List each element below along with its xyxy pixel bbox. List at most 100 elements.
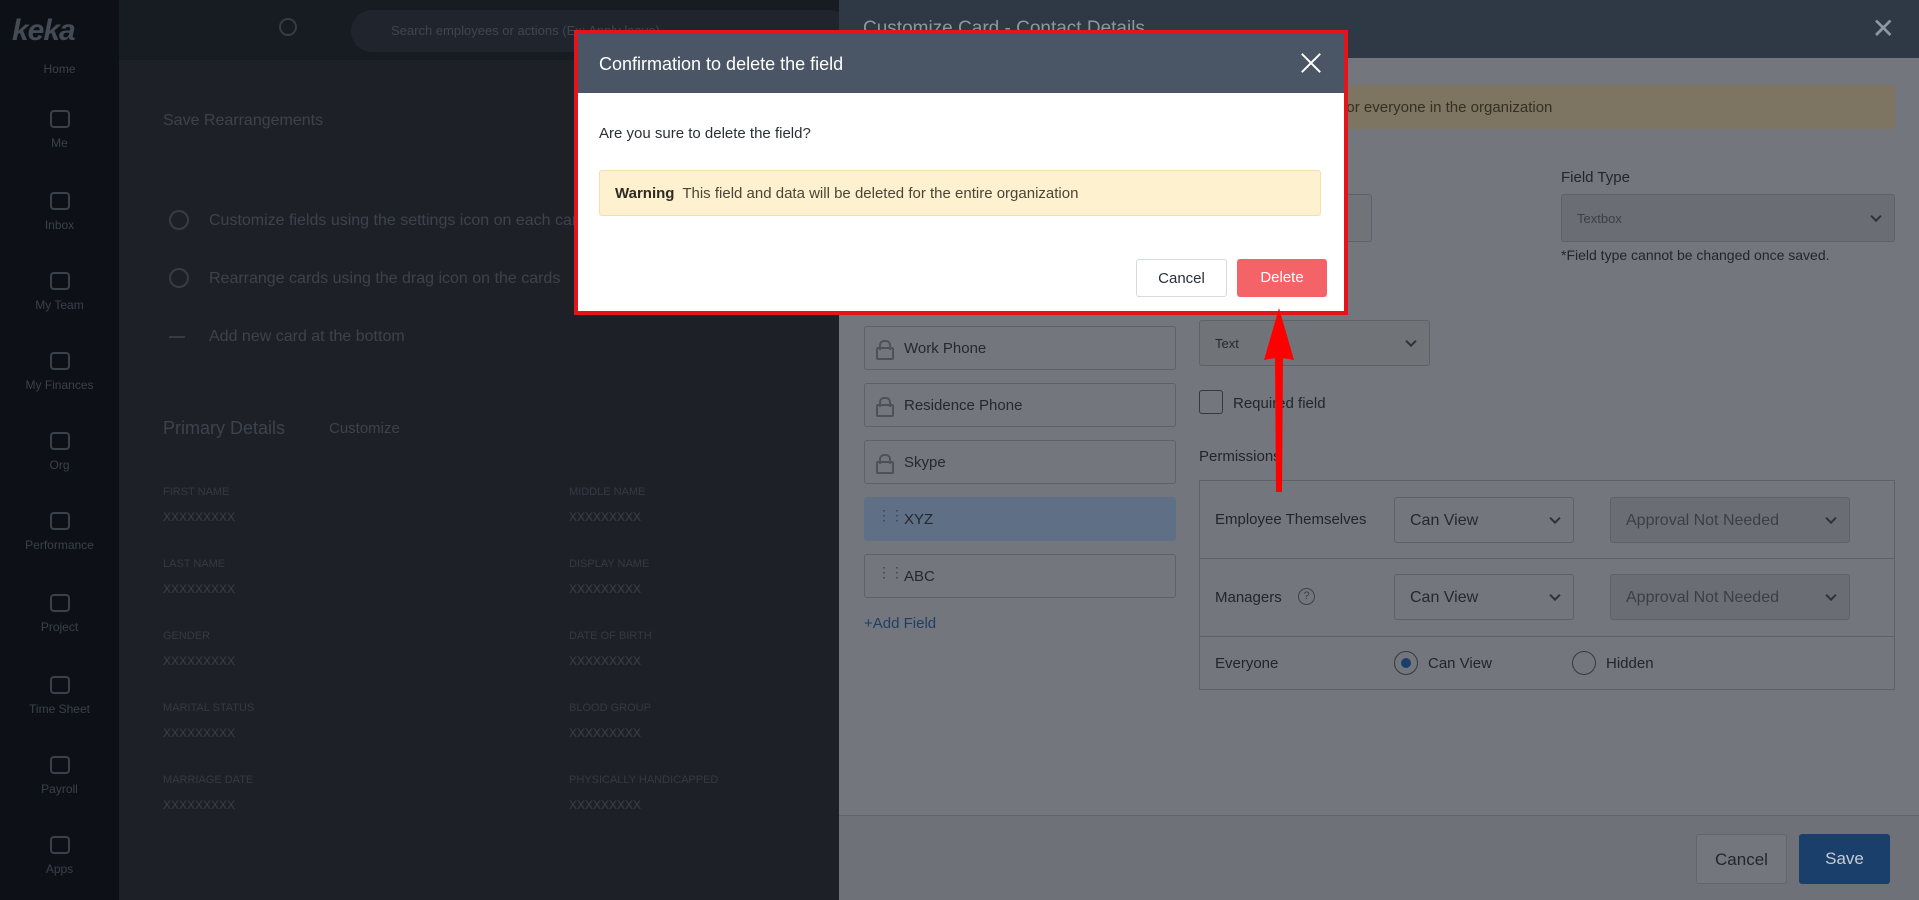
apps-icon (49, 836, 70, 854)
add-field-link[interactable]: +Add Field (864, 615, 936, 632)
performance-icon (49, 512, 70, 530)
nav-time-sheet[interactable]: Time Sheet (0, 676, 119, 716)
field-label: MIDDLE NAME (569, 486, 646, 498)
project-icon (49, 594, 70, 612)
hidden-radio[interactable] (1572, 651, 1596, 675)
field-value: XXXXXXXXX (569, 798, 642, 812)
nav-project[interactable]: Project (0, 594, 119, 634)
field-type-select: Textbox (1561, 194, 1895, 242)
field-label: MARRIAGE DATE (163, 774, 254, 786)
drag-handle-icon[interactable]: ⋮⋮ (877, 508, 904, 522)
drawer-cancel-button[interactable]: Cancel (1696, 834, 1787, 884)
nav-my-team[interactable]: My Team (0, 272, 119, 312)
approval-select: Approval Not Needed (1610, 497, 1850, 543)
approval-select: Approval Not Needed (1610, 574, 1850, 620)
team-icon (49, 272, 70, 290)
permission-who: Everyone (1215, 655, 1279, 672)
section-title: Primary Details (163, 418, 286, 438)
left-navigation: keka Home Me Inbox My Team My Finances O… (0, 0, 119, 900)
can-view-radio[interactable] (1394, 651, 1418, 675)
lock-icon (876, 454, 894, 474)
field-value: XXXXXXXXX (163, 582, 236, 596)
field-value: XXXXXXXXX (569, 654, 642, 668)
field-value: XXXXXXXXX (569, 510, 642, 524)
nav-me[interactable]: Me (0, 110, 119, 150)
field-value: XXXXXXXXX (569, 582, 642, 596)
modal-header: Confirmation to delete the field (578, 34, 1344, 93)
red-arrow-annotation (1264, 308, 1294, 492)
warning-label: Warning (615, 185, 675, 202)
tip-rearrange: Rearrange cards using the drag icon on t… (209, 270, 561, 287)
keka-logo: keka (12, 14, 76, 47)
field-label: BLOOD GROUP (569, 702, 651, 714)
chevron-down-icon (1825, 589, 1837, 602)
gear-icon[interactable] (279, 18, 297, 36)
modal-cancel-button[interactable]: Cancel (1136, 259, 1227, 297)
customize-link[interactable]: Customize (329, 420, 400, 437)
modal-delete-button[interactable]: Delete (1237, 259, 1327, 297)
warning-text: This field and data will be deleted for … (682, 185, 1079, 202)
payroll-icon (49, 756, 70, 774)
required-field-checkbox[interactable] (1199, 390, 1223, 414)
tip-add-card: Add new card at the bottom (209, 328, 405, 345)
nav-payroll[interactable]: Payroll (0, 756, 119, 796)
modal-title: Confirmation to delete the field (599, 54, 844, 74)
field-list-item[interactable]: Residence Phone (864, 383, 1176, 427)
nav-performance[interactable]: Performance (0, 512, 119, 552)
field-label: PHYSICALLY HANDICAPPED (569, 774, 719, 786)
field-label: DATE OF BIRTH (569, 630, 652, 642)
person-icon (49, 110, 70, 128)
chevron-down-icon (1549, 512, 1561, 525)
permissions-table: Employee Themselves Can View Approval No… (1199, 480, 1895, 690)
field-value: XXXXXXXXX (569, 726, 642, 740)
field-value: XXXXXXXXX (163, 654, 236, 668)
field-list-item[interactable]: Work Phone (864, 326, 1176, 370)
field-value: XXXXXXXXX (163, 798, 236, 812)
nav-my-finances[interactable]: My Finances (0, 352, 119, 392)
field-label: MARITAL STATUS (163, 702, 255, 714)
modal-question: Are you sure to delete the field? (599, 125, 811, 142)
field-list-item[interactable]: Skype (864, 440, 1176, 484)
lock-icon (876, 340, 894, 360)
permission-who: Managers (1215, 589, 1282, 606)
settings-icon (169, 210, 189, 230)
access-select[interactable]: Can View (1394, 497, 1574, 543)
nav-org[interactable]: Org (0, 432, 119, 472)
save-rearrangements-button[interactable]: Save Rearrangements (163, 112, 323, 130)
clock-icon (49, 676, 70, 694)
field-label: LAST NAME (163, 558, 226, 570)
nav-apps[interactable]: Apps (0, 836, 119, 876)
nav-home[interactable]: Home (0, 62, 119, 76)
field-type-note: *Field type cannot be changed once saved… (1561, 247, 1830, 263)
hidden-label: Hidden (1606, 655, 1654, 672)
finance-icon (49, 352, 70, 370)
field-list-item[interactable]: ⋮⋮ ABC (864, 554, 1176, 598)
drawer-close-icon[interactable]: ✕ (1872, 15, 1895, 43)
lock-icon (876, 397, 894, 417)
field-label: FIRST NAME (163, 486, 230, 498)
delete-confirmation-modal: Confirmation to delete the field Are you… (574, 30, 1348, 315)
permission-row: Managers ? Can View Approval Not Needed (1200, 559, 1894, 637)
chevron-down-icon (1405, 335, 1417, 348)
field-value: XXXXXXXXX (163, 510, 236, 524)
inbox-icon (49, 192, 70, 210)
warning-box: Warning This field and data will be dele… (599, 170, 1321, 216)
chevron-down-icon (1870, 210, 1882, 223)
close-icon[interactable] (1300, 52, 1322, 74)
field-list-item-selected[interactable]: ⋮⋮ XYZ (864, 497, 1176, 541)
help-icon[interactable]: ? (1298, 588, 1315, 605)
nav-inbox[interactable]: Inbox (0, 192, 119, 232)
permission-row: Employee Themselves Can View Approval No… (1200, 481, 1894, 559)
drawer-save-button[interactable]: Save (1799, 834, 1890, 884)
tip-customize: Customize fields using the settings icon… (209, 212, 587, 229)
text-format-select[interactable]: Text (1199, 320, 1430, 366)
permission-row-everyone: Everyone Can View Hidden (1200, 637, 1894, 689)
field-label: DISPLAY NAME (569, 558, 650, 570)
chevron-down-icon (1549, 589, 1561, 602)
field-type-label: Field Type (1561, 169, 1630, 186)
plus-icon (169, 336, 185, 338)
chevron-down-icon (1825, 512, 1837, 525)
access-select[interactable]: Can View (1394, 574, 1574, 620)
drag-handle-icon[interactable]: ⋮⋮ (877, 565, 904, 579)
drag-icon (169, 268, 189, 288)
